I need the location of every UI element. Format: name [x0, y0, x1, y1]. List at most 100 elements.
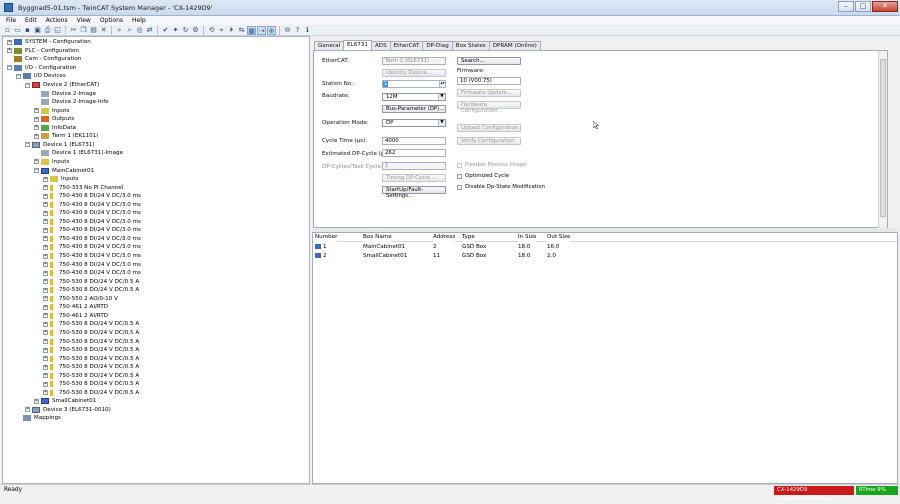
- toggle-online-icon[interactable]: ⇆: [237, 26, 246, 35]
- optimized-cycle-checkbox[interactable]: Optimized Cycle: [457, 173, 509, 179]
- operation-mode-select[interactable]: DP ▼: [382, 119, 446, 127]
- tree-item-module[interactable]: +750-530 8 DO/24 V DC/0.5 A: [43, 329, 139, 338]
- find-icon[interactable]: ⌕: [115, 26, 124, 35]
- expand-toggle-icon[interactable]: +: [34, 398, 39, 404]
- timing-dp-cycle-button[interactable]: Timing DP-Cycle...: [382, 174, 446, 182]
- tree-item-module[interactable]: +750-530 8 DO/24 V DC/0.5 A: [43, 389, 139, 398]
- tree-item-module[interactable]: +750-461 2 AI/RTD: [43, 303, 108, 312]
- upload-config-button[interactable]: Upload Configuration: [457, 124, 521, 132]
- panel-scrollbar[interactable]: [878, 51, 887, 229]
- expand-toggle-icon[interactable]: −: [25, 142, 30, 148]
- expand-toggle-icon[interactable]: +: [43, 287, 48, 293]
- expand-toggle-icon[interactable]: +: [43, 253, 48, 259]
- tree-item-module[interactable]: +750-530 8 DO/24 V DC/0.5 A: [43, 277, 139, 286]
- find-next-icon[interactable]: ⌕: [125, 26, 134, 35]
- expand-toggle-icon[interactable]: +: [43, 202, 48, 208]
- paste-icon[interactable]: ▤: [89, 26, 98, 35]
- tree-item-module[interactable]: +750-430 8 DI/24 V DC/3.0 ms: [43, 226, 141, 235]
- expand-toggle-icon[interactable]: +: [25, 407, 30, 413]
- expand-toggle-icon[interactable]: +: [43, 347, 48, 353]
- expand-toggle-icon[interactable]: +: [43, 193, 48, 199]
- col-in-size[interactable]: In Size: [518, 233, 537, 242]
- config-mode-icon[interactable]: ⚙: [191, 26, 200, 35]
- tree-item-small-cabinet[interactable]: + SmallCabinet01: [34, 397, 96, 406]
- menu-help[interactable]: Help: [132, 17, 146, 24]
- expand-toggle-icon[interactable]: +: [43, 304, 48, 310]
- grid-cell[interactable]: 11: [433, 252, 440, 261]
- expand-toggle-icon[interactable]: +: [7, 48, 12, 54]
- tree-item-module[interactable]: +750-530 8 DO/24 V DC/0.5 A: [43, 380, 139, 389]
- tree-item-device-3[interactable]: + Device 3 (EL6731-0010): [25, 406, 111, 415]
- tree-item-module[interactable]: +750-430 8 DI/24 V DC/3.0 ms: [43, 209, 141, 218]
- tree-item-module[interactable]: +750-430 8 DI/24 V DC/3.0 ms: [43, 235, 141, 244]
- expand-toggle-icon[interactable]: +: [43, 381, 48, 387]
- expand-toggle-icon[interactable]: +: [43, 227, 48, 233]
- toggle-freerun-icon[interactable]: ⏵: [227, 26, 236, 35]
- about-icon[interactable]: ℹ: [303, 26, 312, 35]
- expand-toggle-icon[interactable]: +: [43, 176, 48, 182]
- expand-toggle-icon[interactable]: +: [43, 390, 48, 396]
- tree-item-module[interactable]: +750-550 2 AO/0-10 V: [43, 295, 118, 304]
- flexible-image-checkbox[interactable]: Flexible Process Image: [457, 162, 527, 168]
- expand-toggle-icon[interactable]: +: [43, 339, 48, 345]
- tree-item-module[interactable]: +750-530 8 DO/24 V DC/0.5 A: [43, 354, 139, 363]
- print-icon[interactable]: ⎙: [43, 26, 52, 35]
- cycle-time-field[interactable]: 4000: [382, 137, 446, 145]
- menu-actions[interactable]: Actions: [46, 17, 68, 24]
- new-icon[interactable]: ▫: [3, 26, 12, 35]
- expand-toggle-icon[interactable]: +: [43, 219, 48, 225]
- expand-toggle-icon[interactable]: +: [34, 116, 39, 122]
- zoom-out-icon[interactable]: ⊖: [283, 26, 292, 35]
- grid-cell[interactable]: 18.0: [518, 243, 530, 252]
- show-online-icon[interactable]: ▦: [247, 25, 256, 35]
- expand-toggle-icon[interactable]: +: [43, 330, 48, 336]
- tree-item-module[interactable]: +750-430 8 DI/24 V DC/3.0 ms: [43, 252, 141, 261]
- tree-item-device-2-infodata[interactable]: + InfoData: [34, 124, 76, 133]
- close-button[interactable]: ✕: [872, 1, 898, 12]
- col-address[interactable]: Address: [433, 233, 456, 242]
- preview-icon[interactable]: ◱: [53, 26, 62, 35]
- station-spin[interactable]: ▴▾: [439, 81, 445, 87]
- grid-cell[interactable]: 1: [315, 243, 327, 252]
- expand-toggle-icon[interactable]: +: [43, 373, 48, 379]
- expand-toggle-icon[interactable]: +: [34, 108, 39, 114]
- expand-toggle-icon[interactable]: +: [43, 321, 48, 327]
- expand-toggle-icon[interactable]: +: [34, 133, 39, 139]
- save-as-icon[interactable]: ▣: [33, 26, 42, 35]
- expand-toggle-icon[interactable]: +: [34, 159, 39, 165]
- zoom-icon[interactable]: ⊕: [267, 25, 276, 35]
- restart-icon[interactable]: ↻: [181, 26, 190, 35]
- menu-file[interactable]: File: [6, 17, 16, 24]
- tree-item-module[interactable]: +750-430 8 DI/24 V DC/3.0 ms: [43, 269, 141, 278]
- tree-item-device-2[interactable]: − Device 2 (EtherCAT): [25, 81, 99, 90]
- tree-item-device-2-image-info[interactable]: Device 2-Image-Info: [34, 98, 109, 107]
- expand-toggle-icon[interactable]: +: [43, 236, 48, 242]
- tab-el6731[interactable]: EL6731: [343, 40, 372, 50]
- tree-item-term-1[interactable]: + Term 1 (EK1101): [34, 132, 98, 141]
- solution-tree[interactable]: + SYSTEM - Configuration + PLC - Configurat…: [2, 36, 310, 484]
- baudrate-select[interactable]: 12M ▼: [382, 93, 446, 101]
- grid-cell[interactable]: GSD Box: [462, 252, 486, 261]
- identity-device-button[interactable]: Identity Device...: [382, 69, 446, 77]
- startup-fault-button[interactable]: StartUp/Fault-Settings...: [382, 186, 446, 199]
- choose-target-icon[interactable]: ◎: [135, 26, 144, 35]
- tab-ads[interactable]: ADS: [370, 41, 391, 50]
- col-box-name[interactable]: Box Name: [363, 233, 392, 242]
- tree-item-main-cabinet-inputs[interactable]: + Inputs: [43, 175, 78, 184]
- tree-item-plc-config[interactable]: + PLC - Configuration: [7, 47, 79, 56]
- tree-item-device-1-image[interactable]: Device 1 (EL6731)-Image: [34, 149, 123, 158]
- scan-icon[interactable]: ⌖: [217, 26, 226, 35]
- generate-mappings-icon[interactable]: ⇄: [145, 26, 154, 35]
- tree-item-module[interactable]: +750-530 8 DO/24 V DC/0.5 A: [43, 337, 139, 346]
- grid-cell[interactable]: 2: [433, 243, 437, 252]
- col-type[interactable]: Type: [462, 233, 475, 242]
- expand-toggle-icon[interactable]: −: [34, 168, 39, 174]
- expand-toggle-icon[interactable]: −: [7, 65, 12, 71]
- check-icon[interactable]: ✔: [161, 26, 170, 35]
- menu-view[interactable]: View: [77, 17, 91, 24]
- tree-item-module[interactable]: +750-430 8 DI/24 V DC/3.0 ms: [43, 260, 141, 269]
- col-number[interactable]: Number: [315, 233, 338, 242]
- expand-toggle-icon[interactable]: +: [43, 210, 48, 216]
- cut-icon[interactable]: ✂: [69, 26, 78, 35]
- tab-ethercat[interactable]: EtherCAT: [389, 41, 424, 50]
